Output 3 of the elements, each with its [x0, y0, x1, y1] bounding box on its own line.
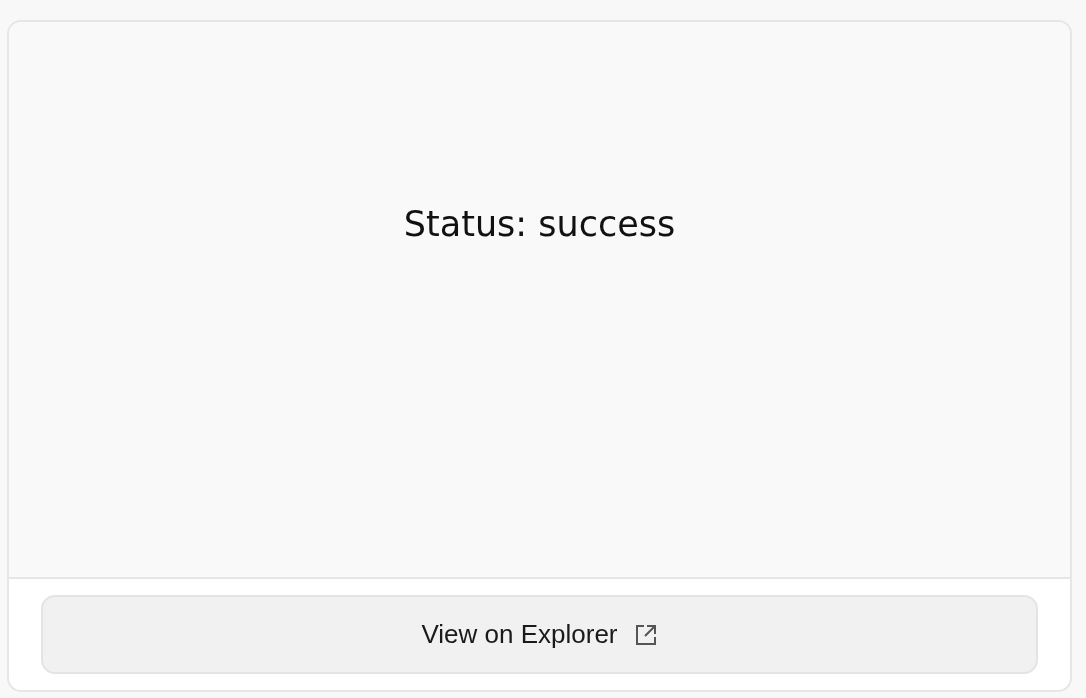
view-on-explorer-button[interactable]: View on Explorer — [41, 595, 1038, 674]
status-text: Status: success — [403, 203, 676, 246]
external-link-icon — [633, 622, 658, 647]
